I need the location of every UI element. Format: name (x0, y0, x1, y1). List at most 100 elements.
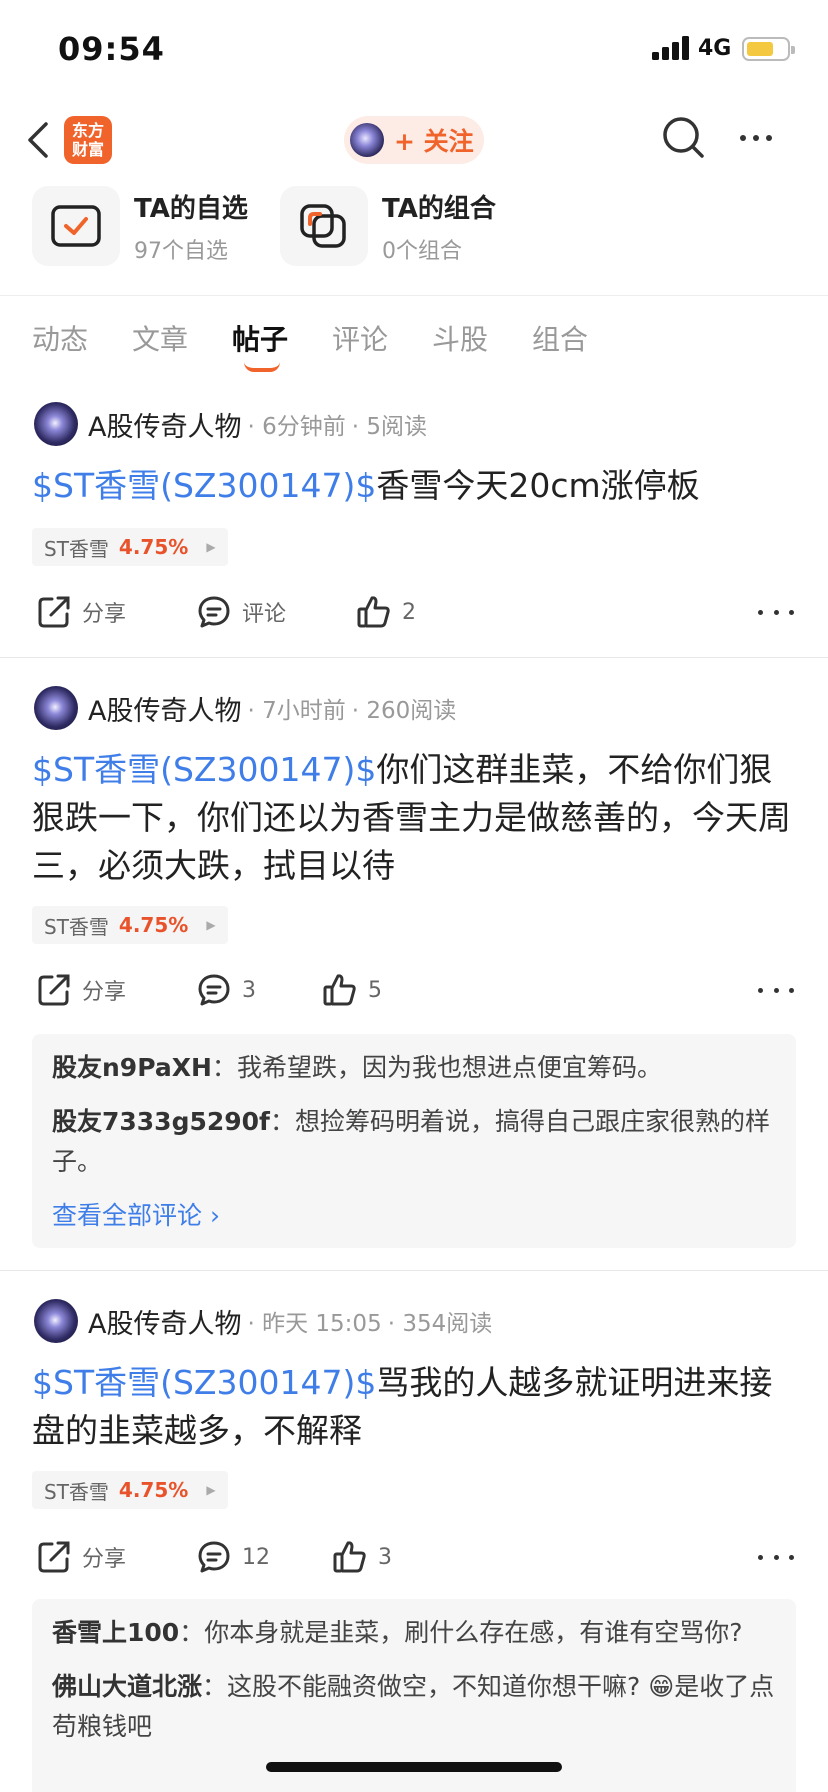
stock-quote-chip[interactable]: ST香雪 4.75% ▶ (32, 906, 228, 944)
post-reads: · 5阅读 (351, 414, 428, 440)
follow-button[interactable]: + 关注 (344, 116, 484, 164)
share-button[interactable]: 分享 (36, 588, 126, 636)
post-actions: 分享 3 5 (0, 966, 828, 1014)
status-time: 09:54 (58, 30, 165, 68)
comment-item[interactable]: 股友n9PaXH：我希望跌，因为我也想进点便宜筹码。 (52, 1048, 776, 1088)
post-text[interactable]: $ST香雪(SZ300147)$骂我的人越多就证明进来接盘的韭菜越多，不解释 (32, 1359, 792, 1455)
tab-dynamic[interactable]: 动态 (32, 318, 88, 358)
portfolio-icon (300, 204, 346, 248)
comment-icon (198, 596, 230, 628)
like-button[interactable]: 2 (356, 588, 416, 636)
comment-item[interactable]: 佛山大道北涨：这股不能融资做空，不知道你想干嘛? 😁是收了点苟粮钱吧 (52, 1667, 776, 1747)
stock-name: ST香雪 (44, 1479, 109, 1504)
watchlist-count: 97个自选 (134, 238, 228, 264)
like-button[interactable]: 5 (322, 966, 382, 1014)
comment-button[interactable]: 3 (196, 966, 256, 1014)
tab-articles[interactable]: 文章 (132, 318, 188, 358)
thumbs-up-icon (357, 596, 390, 628)
post-time: · 7小时前 (247, 698, 346, 724)
post-time: · 昨天 15:05 (247, 1311, 382, 1337)
home-indicator[interactable] (266, 1762, 562, 1772)
back-button[interactable] (26, 116, 60, 164)
tab-portfolio[interactable]: 组合 (532, 318, 588, 358)
share-label: 分享 (82, 602, 127, 627)
author-name[interactable]: A股传奇人物 (88, 405, 241, 444)
cashtag-link[interactable]: $ST香雪(SZ300147)$ (32, 750, 376, 789)
thumbs-up-icon (323, 974, 356, 1006)
like-count: 2 (402, 599, 416, 625)
comment-user[interactable]: 股友n9PaXH (52, 1053, 212, 1082)
nav-header: 东方 财富 + 关注 (0, 100, 828, 180)
comment-button[interactable]: 12 (196, 1533, 270, 1581)
search-button[interactable] (660, 114, 708, 162)
stock-quote-chip[interactable]: ST香雪 4.75% ▶ (32, 528, 228, 566)
stock-change: 4.75% (118, 913, 189, 937)
post-more-button[interactable] (758, 588, 794, 636)
post-text[interactable]: $ST香雪(SZ300147)$你们这群韭菜，不给你们狠狠跌一下，你们还以为香雪… (32, 746, 792, 890)
cashtag-link[interactable]: $ST香雪(SZ300147)$ (32, 1363, 376, 1402)
app-logo[interactable]: 东方 财富 (64, 116, 112, 164)
more-button[interactable] (732, 114, 780, 162)
comment-item[interactable]: 股友7333g5290f：想捡筹码明着说，搞得自己跟庄家很熟的样子。 (52, 1102, 776, 1182)
share-icon (38, 1541, 70, 1573)
stock-quote-chip[interactable]: ST香雪 4.75% ▶ (32, 1471, 228, 1509)
post-author-row[interactable]: A股传奇人物 · 7小时前 · 260阅读 (34, 686, 456, 730)
watchlist-check-icon (51, 205, 101, 247)
share-button[interactable]: 分享 (36, 1533, 126, 1581)
comment-user[interactable]: 佛山大道北涨 (52, 1672, 202, 1701)
avatar (350, 123, 384, 157)
post-content: 香雪今天20cm涨停板 (376, 466, 700, 505)
status-bar: 09:54 4G (0, 0, 828, 100)
cellular-signal-icon (652, 36, 692, 60)
back-icon (28, 122, 48, 158)
comment-count: 12 (242, 1544, 270, 1570)
divider (0, 1270, 828, 1271)
portfolio-shortcut[interactable]: TA的组合 0个组合 (280, 184, 496, 268)
cashtag-link[interactable]: $ST香雪(SZ300147)$ (32, 466, 376, 505)
comment-user[interactable]: 股友7333g5290f (52, 1107, 270, 1136)
search-icon (663, 117, 704, 158)
profile-shortcuts: TA的自选 97个自选 TA的组合 0个组合 (0, 180, 828, 296)
comment-user[interactable]: 香雪上100 (52, 1618, 179, 1647)
comment-count: 3 (242, 977, 256, 1003)
comment-text: 你本身就是韭菜，刷什么存在感，有谁有空骂你? (204, 1618, 743, 1647)
post-more-button[interactable] (758, 1533, 794, 1581)
comment-icon (198, 974, 230, 1006)
watchlist-title: TA的自选 (134, 193, 248, 224)
watchlist-shortcut[interactable]: TA的自选 97个自选 (32, 184, 248, 268)
share-label: 分享 (82, 1547, 127, 1572)
view-all-comments-link[interactable]: 查看全部评论 › (52, 1196, 776, 1236)
avatar[interactable] (34, 1299, 78, 1343)
comment-button[interactable]: 评论 (196, 588, 286, 636)
battery-icon (742, 37, 795, 61)
post-more-button[interactable] (758, 966, 794, 1014)
comment-icon (198, 1541, 230, 1573)
portfolio-count: 0个组合 (382, 238, 462, 264)
play-arrow-icon: ▶ (206, 918, 216, 932)
share-icon (38, 596, 70, 628)
tab-posts[interactable]: 帖子 (232, 318, 288, 358)
comment-item[interactable]: 香雪上100：你本身就是韭菜，刷什么存在感，有谁有空骂你? (52, 1613, 776, 1653)
post-actions: 分享 评论 2 (0, 588, 828, 636)
avatar[interactable] (34, 686, 78, 730)
author-name[interactable]: A股传奇人物 (88, 1302, 241, 1341)
author-name[interactable]: A股传奇人物 (88, 689, 241, 728)
avatar[interactable] (34, 402, 78, 446)
follow-label: + 关注 (394, 127, 474, 156)
share-button[interactable]: 分享 (36, 966, 126, 1014)
like-count: 3 (378, 1544, 392, 1570)
content-tabs: 动态 文章 帖子 评论 斗股 组合 (0, 296, 828, 382)
comment-preview[interactable]: 股友n9PaXH：我希望跌，因为我也想进点便宜筹码。 股友7333g5290f：… (32, 1034, 796, 1248)
tab-comments[interactable]: 评论 (332, 318, 388, 358)
stock-change: 4.75% (118, 1478, 189, 1502)
tab-stock-battle[interactable]: 斗股 (432, 318, 488, 358)
post-text[interactable]: $ST香雪(SZ300147)$香雪今天20cm涨停板 (32, 462, 792, 510)
like-button[interactable]: 3 (332, 1533, 392, 1581)
comment-count: 评论 (242, 602, 287, 627)
post-author-row[interactable]: A股传奇人物 · 6分钟前 · 5阅读 (34, 402, 427, 446)
stock-name: ST香雪 (44, 914, 109, 939)
stock-change: 4.75% (118, 535, 189, 559)
like-count: 5 (368, 977, 382, 1003)
post-author-row[interactable]: A股传奇人物 · 昨天 15:05 · 354阅读 (34, 1299, 492, 1343)
active-tab-indicator (244, 362, 280, 372)
